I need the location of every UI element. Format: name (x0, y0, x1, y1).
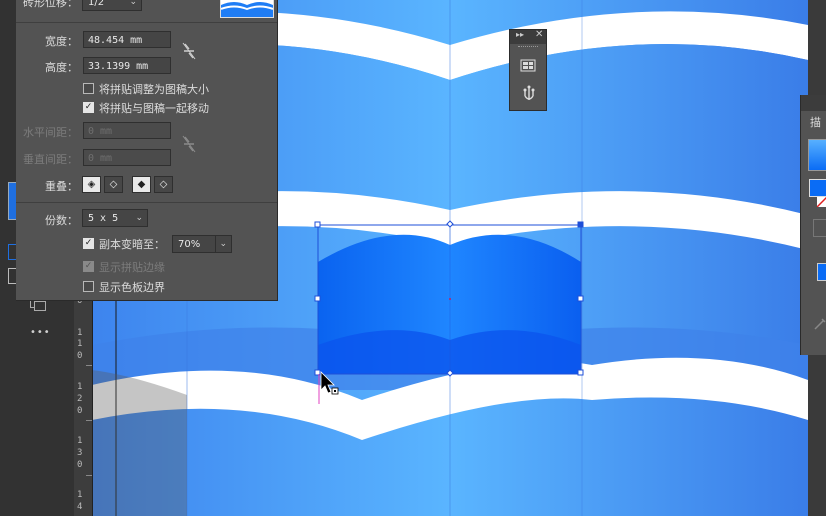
chevron-down-icon: ⌄ (215, 236, 227, 253)
ruler-number: 3 (77, 448, 83, 458)
stroke-panel-collapsed: 描 (800, 95, 826, 355)
dim-copies-label: 副本变暗至： (99, 238, 165, 251)
copies-value: 5 x 5 (88, 213, 119, 224)
right-scroll-area (808, 0, 826, 95)
width-label: 宽度： (45, 35, 78, 48)
collapse-icon[interactable]: ▸▸ (516, 30, 524, 39)
panel-tab-label[interactable]: 描 (810, 114, 821, 130)
ruler-number: 1 (77, 382, 83, 392)
floating-tool-palette[interactable]: ▸▸ ✕ (509, 29, 547, 111)
align-stroke-icon[interactable] (813, 219, 826, 237)
height-label: 高度： (45, 61, 78, 74)
ruler-number: 0 (77, 460, 83, 470)
overlap-bottom-front-icon[interactable]: ◇ (154, 176, 173, 193)
palette-title-bar[interactable]: ▸▸ ✕ (510, 29, 546, 44)
more-tools-button[interactable]: ••• (30, 327, 51, 338)
copies-select[interactable]: 5 x 5 ⌄ (82, 209, 148, 227)
ruler-number: 2 (77, 394, 83, 404)
close-icon[interactable]: ✕ (535, 29, 543, 40)
ruler-number: 1 (77, 490, 83, 500)
width-field[interactable]: 48.454 mm (83, 31, 171, 48)
eyedropper-icon[interactable] (813, 317, 826, 331)
show-swatch-bounds-checkbox[interactable] (83, 281, 94, 292)
h-spacing-label: 水平间距： (23, 126, 78, 139)
overlap-right-front-icon[interactable]: ◇ (104, 176, 123, 193)
ruler-number: 0 (77, 406, 83, 416)
chevron-down-icon: ⌄ (129, 0, 137, 7)
none-swatch-icon[interactable] (816, 196, 826, 208)
ruler-number: 1 (77, 436, 83, 446)
show-tile-edge-checkbox[interactable]: ✓ (83, 261, 94, 272)
spacing-link-icon[interactable] (181, 135, 197, 153)
ruler-number: 1 (77, 339, 83, 349)
dim-copies-select[interactable]: 70% ⌄ (172, 235, 232, 253)
tile-offset-value: 1/2 (88, 0, 105, 8)
overlap-top-front-icon[interactable]: ◆ (132, 176, 151, 193)
move-tile-with-art-checkbox[interactable]: ✓ (83, 102, 94, 113)
pattern-options-panel: 砖形位移： 1/2 ⌄ 宽度： 48.454 mm 高度： 33.1399 mm… (16, 0, 278, 301)
overlap-left-front-icon[interactable]: ◈ (82, 176, 101, 193)
v-spacing-field[interactable]: 0 mm (83, 149, 171, 166)
show-tile-edge-label: 显示拼贴边缘 (99, 261, 165, 274)
dim-copies-value: 70% (178, 239, 201, 250)
palette-grip[interactable] (518, 46, 538, 50)
selection-handle[interactable] (314, 221, 321, 228)
height-field[interactable]: 33.1399 mm (83, 57, 171, 74)
pattern-tile-tool-icon[interactable] (520, 59, 536, 72)
color-chip[interactable] (817, 263, 826, 281)
tile-offset-select[interactable]: 1/2 ⌄ (82, 0, 142, 11)
constrain-proportions-link-icon[interactable] (181, 42, 197, 60)
ruler-number: 0 (77, 351, 83, 361)
gradient-swatch[interactable] (808, 139, 826, 171)
v-spacing-label: 垂直间距： (23, 153, 78, 166)
h-spacing-field[interactable]: 0 mm (83, 122, 171, 139)
pattern-preview-thumbnail[interactable] (220, 0, 274, 18)
overlap-label: 重叠： (45, 180, 78, 193)
ruler-number: 4 (77, 502, 83, 512)
tile-offset-label: 砖形位移： (23, 0, 78, 9)
selection-handle[interactable] (314, 295, 321, 302)
chevron-down-icon: ⌄ (135, 213, 143, 223)
puppet-warp-tool-icon[interactable] (521, 84, 537, 102)
show-swatch-bounds-label: 显示色板边界 (99, 281, 165, 294)
move-tile-with-art-label: 将拼贴与图稿一起移动 (99, 102, 209, 115)
selection-handle[interactable] (577, 369, 584, 376)
fill-swatch[interactable] (809, 179, 826, 197)
selection-handle[interactable] (577, 295, 584, 302)
wave-thumbnail-icon (221, 0, 273, 17)
ruler-number: 1 (77, 328, 83, 338)
copies-label: 份数： (45, 214, 78, 227)
selection-handle[interactable] (577, 221, 584, 228)
size-tile-to-art-checkbox[interactable] (83, 83, 94, 94)
size-tile-to-art-label: 将拼贴调整为图稿大小 (99, 83, 209, 96)
dim-copies-checkbox[interactable]: ✓ (83, 238, 94, 249)
